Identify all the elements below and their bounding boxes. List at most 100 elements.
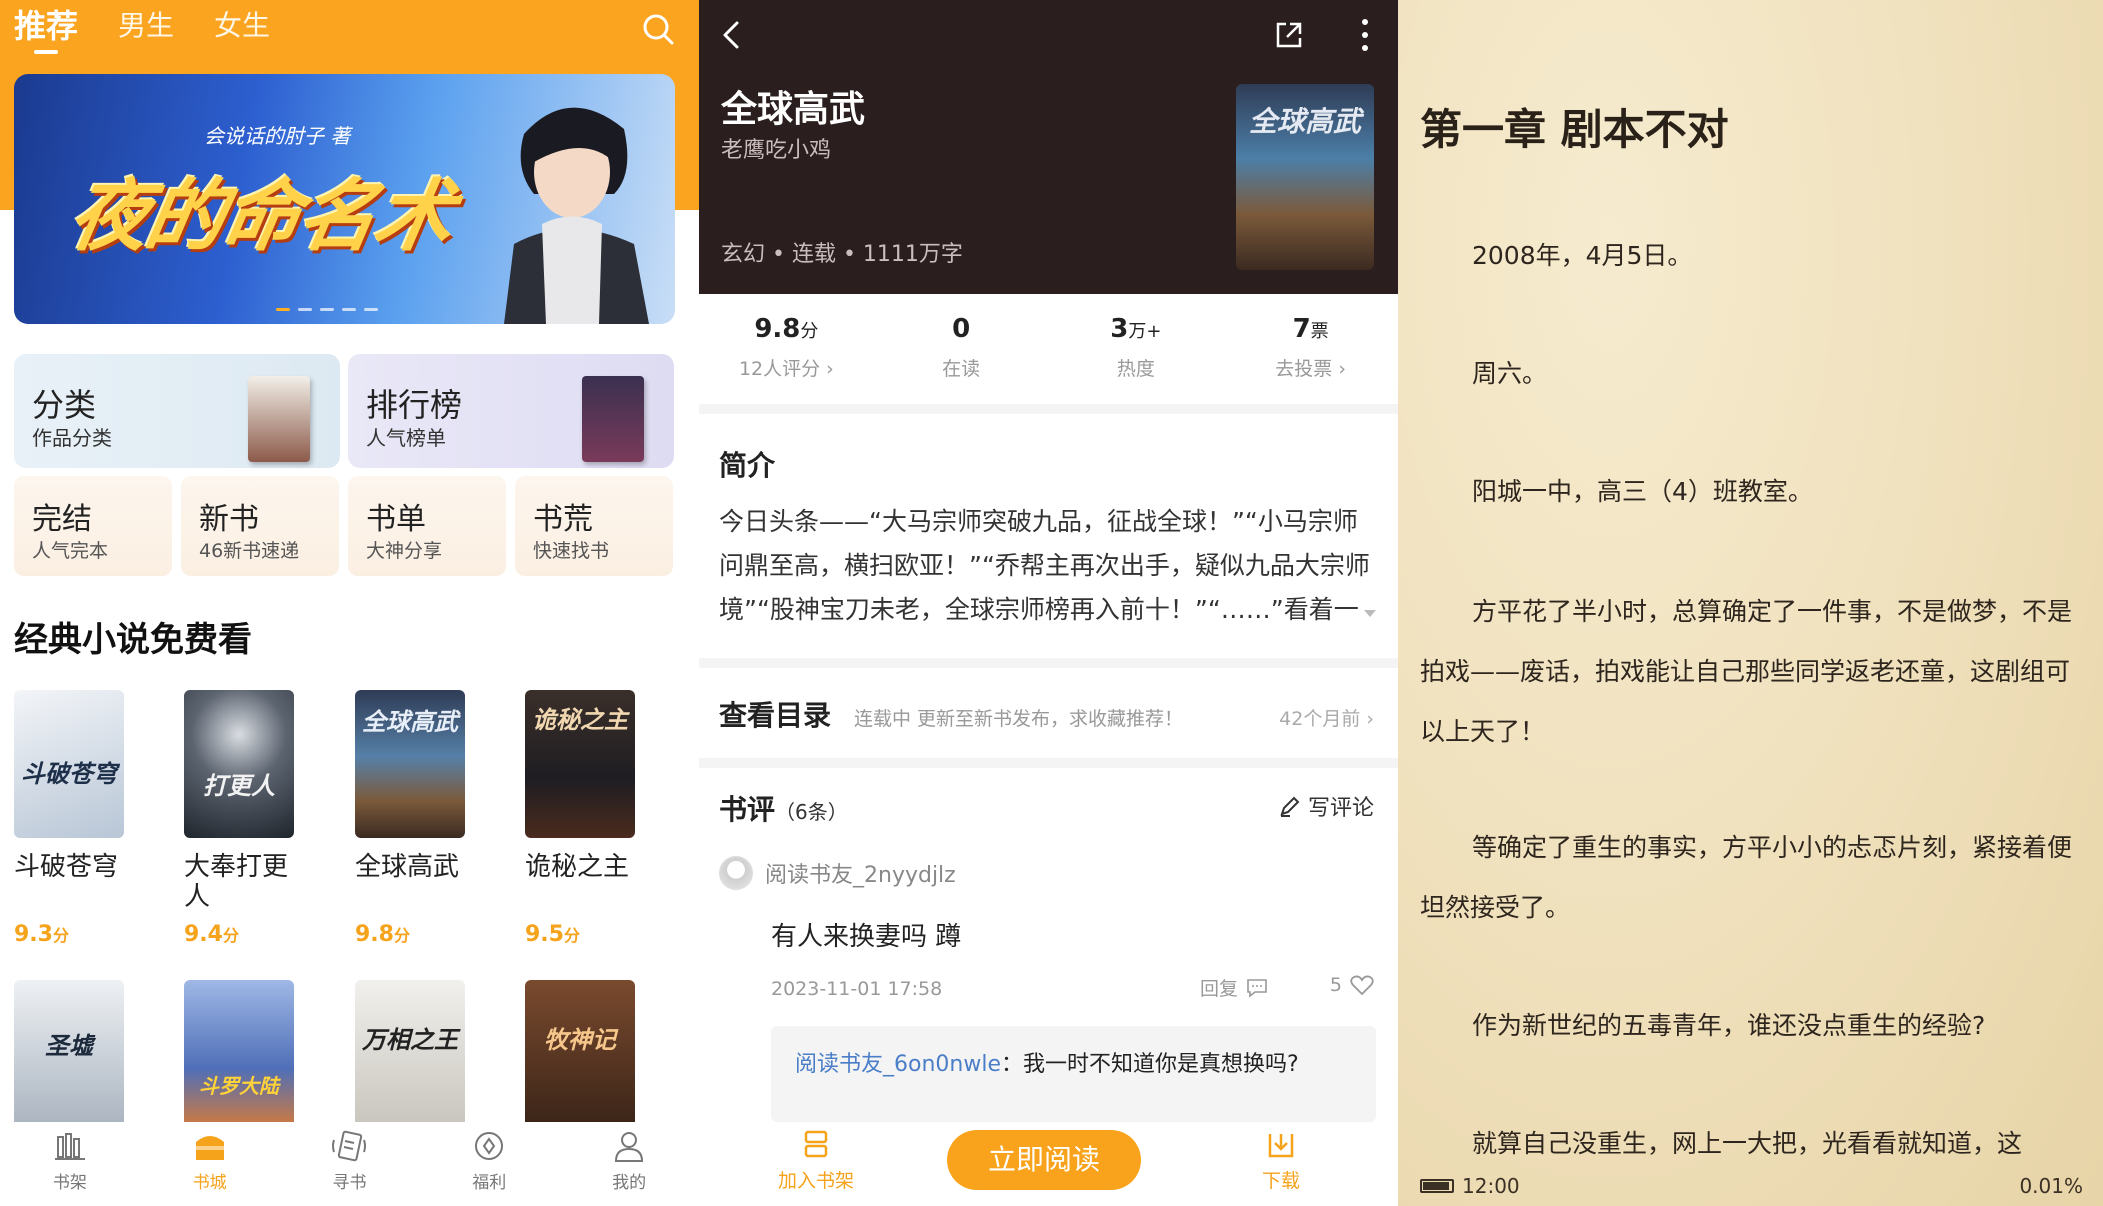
reply-button[interactable]: 回复 xyxy=(1200,974,1268,1001)
book-score: 9.4分 xyxy=(184,922,239,947)
stat-value: 9.8 xyxy=(754,314,801,344)
stat-label: 热度 xyxy=(1116,358,1155,380)
reply-username[interactable]: 阅读书友_6on0nwle xyxy=(795,1052,1001,1077)
stat-label: 去投票 › xyxy=(1275,358,1346,380)
reader-panel[interactable]: 第一章 剧本不对 2008年，4月5日。 周六。 阳城一中，高三（4）班教室。 … xyxy=(1398,0,2103,1206)
book-item[interactable]: 斗罗大陆 xyxy=(184,980,334,1128)
search-icon[interactable] xyxy=(641,12,675,46)
expand-arrow-icon[interactable] xyxy=(1364,610,1376,617)
category-subtitle: 作品分类 xyxy=(32,426,112,450)
write-review-label: 写评论 xyxy=(1307,796,1374,821)
book-title: 斗破苍穹 xyxy=(14,852,119,882)
reviews-heading: 书评（6条） xyxy=(719,793,848,826)
book-meta: 玄幻 • 连载 • 1111万字 xyxy=(721,242,963,267)
intro-text: 今日头条——“大马宗师突破九品，征战全球！”“小马宗师问鼎至高，横扫欧亚！”“乔… xyxy=(719,507,1370,624)
reader-paragraph: 等确定了重生的事实，方平小小的忐忑片刻，紧接着便坦然接受了。 xyxy=(1420,833,2073,922)
nav-find-book[interactable]: 寻书 xyxy=(280,1122,420,1206)
like-button[interactable]: 5 xyxy=(1330,974,1374,996)
ranking-card[interactable]: 排行榜 人气榜单 xyxy=(348,354,674,468)
book-cover: 斗破苍穹 xyxy=(14,690,124,838)
download-button[interactable]: 下载 xyxy=(1246,1128,1316,1193)
more-options-icon[interactable] xyxy=(1360,16,1370,54)
category-card[interactable]: 分类 作品分类 xyxy=(14,354,340,468)
nav-label: 寻书 xyxy=(332,1173,367,1193)
battery-icon xyxy=(1420,1179,1454,1193)
book-cover: 全球高武 xyxy=(1236,84,1374,270)
clock-time: 12:00 xyxy=(1462,1174,1520,1198)
nav-bookstore[interactable]: 书城 xyxy=(140,1122,280,1206)
review-author[interactable]: 阅读书友_2nyydjlz xyxy=(719,856,956,890)
stat-value: 7 xyxy=(1292,314,1311,344)
nav-bookshelf[interactable]: 书架 xyxy=(0,1122,140,1206)
nav-label: 福利 xyxy=(472,1173,507,1193)
reply-preview[interactable]: 阅读书友_6on0nwle：我一时不知道你是真想换吗? xyxy=(771,1026,1376,1122)
stat-label: 在读 xyxy=(942,358,981,380)
profile-icon xyxy=(615,1132,644,1162)
nav-profile[interactable]: 我的 xyxy=(559,1122,699,1206)
book-score: 9.5分 xyxy=(525,922,580,947)
reader-paragraph: 作为新世纪的五毒青年，谁还没点重生的经验? xyxy=(1472,1011,1986,1040)
book-header: 全球高武 老鹰吃小鸡 玄幻 • 连载 • 1111万字 全球高武 xyxy=(699,0,1398,294)
book-stats: 9.8分 12人评分 › 0 在读 3万+ 热度 7票 去投票 › xyxy=(699,294,1398,404)
avatar[interactable] xyxy=(719,856,753,890)
table-of-contents-row[interactable]: 查看目录 连载中 更新至新书发布，求收藏推荐！ 42个月前 › xyxy=(699,668,1398,758)
back-arrow-icon[interactable] xyxy=(717,18,745,52)
vote-stat[interactable]: 7票 去投票 › xyxy=(1223,294,1398,404)
chapter-title: 第一章 剧本不对 xyxy=(1420,105,1729,154)
find-book-icon xyxy=(332,1130,367,1162)
ranking-title: 排行榜 xyxy=(366,386,463,424)
nav-label: 书架 xyxy=(52,1173,87,1193)
book-item[interactable]: 打更人 大奉打更人 9.4分 xyxy=(184,690,334,947)
bookstore-icon xyxy=(195,1136,224,1160)
book-score: 9.8分 xyxy=(355,922,410,947)
share-icon[interactable] xyxy=(1272,18,1306,52)
find-books-shortcut[interactable]: 书荒 快速找书 xyxy=(515,476,673,576)
book-cover-thumbnail xyxy=(248,376,310,462)
book-detail-panel: 全球高武 老鹰吃小鸡 玄幻 • 连载 • 1111万字 全球高武 9.8分 12… xyxy=(699,0,1398,1206)
book-cover: 万相之王 xyxy=(355,980,465,1128)
book-item[interactable]: 万相之王 xyxy=(355,980,505,1128)
book-item[interactable]: 全球高武 全球高武 9.8分 xyxy=(355,690,505,947)
write-review-button[interactable]: 写评论 xyxy=(1278,790,1374,822)
section-title: 经典小说免费看 xyxy=(14,620,252,660)
bottom-navigation: 书架 书城 寻书 福利 我的 xyxy=(0,1122,699,1206)
book-item[interactable]: 圣墟 xyxy=(14,980,164,1128)
book-item[interactable]: 诡秘之主 诡秘之主 9.5分 xyxy=(525,690,675,947)
bookshelf-icon xyxy=(54,1133,85,1160)
completed-shortcut[interactable]: 完结 人气完本 xyxy=(14,476,172,576)
detail-action-bar: 加入书架 立即阅读 下载 xyxy=(699,1122,1398,1206)
booklist-shortcut[interactable]: 书单 大神分享 xyxy=(348,476,506,576)
ranking-subtitle: 人气榜单 xyxy=(366,426,446,450)
book-title: 全球高武 xyxy=(721,89,866,130)
banner-title: 夜的命名术 xyxy=(62,172,459,262)
rating-stat[interactable]: 9.8分 12人评分 › xyxy=(699,294,874,404)
banner-character-illustration xyxy=(504,107,649,324)
book-title: 全球高武 xyxy=(355,852,460,882)
nav-welfare[interactable]: 福利 xyxy=(419,1122,559,1206)
store-panel: 推荐 男生 女生 会说话的肘子 著 夜的命名术 分类 作品分类 排行榜 人气榜单… xyxy=(0,0,699,1206)
reviews-section: 书评（6条） 写评论 阅读书友_2nyydjlz 有人来换妻吗 蹲 2023-1… xyxy=(699,768,1398,1122)
comment-icon xyxy=(1247,978,1267,998)
shortcut-title: 书荒 xyxy=(533,502,593,537)
book-item[interactable]: 牧神记 xyxy=(525,980,675,1128)
tab-male[interactable]: 男生 xyxy=(118,4,174,48)
new-books-shortcut[interactable]: 新书 46新书速递 xyxy=(181,476,339,576)
store-tabs: 推荐 男生 女生 xyxy=(14,4,270,60)
book-item[interactable]: 斗破苍穹 斗破苍穹 9.3分 xyxy=(14,690,164,947)
book-author[interactable]: 老鹰吃小鸡 xyxy=(721,132,831,164)
popularity-stat: 3万+ 热度 xyxy=(1049,294,1224,404)
intro-heading: 简介 xyxy=(719,449,776,482)
book-cover: 牧神记 xyxy=(525,980,635,1128)
reading-progress: 0.01% xyxy=(2019,1174,2083,1198)
add-to-shelf-button[interactable]: 加入书架 xyxy=(761,1128,871,1193)
promo-banner[interactable]: 会说话的肘子 著 夜的命名术 xyxy=(14,74,675,324)
introduction-section[interactable]: 简介 今日头条——“大马宗师突破九品，征战全球！”“小马宗师问鼎至高，横扫欧亚！… xyxy=(699,414,1398,658)
read-now-button[interactable]: 立即阅读 xyxy=(947,1130,1141,1190)
toc-update-time: 42个月前 › xyxy=(1279,708,1374,730)
tab-recommend[interactable]: 推荐 xyxy=(14,4,78,54)
bookshelf-add-icon xyxy=(804,1130,828,1158)
book-title: 诡秘之主 xyxy=(525,852,630,882)
book-cover: 打更人 xyxy=(184,690,294,838)
tab-female[interactable]: 女生 xyxy=(214,4,270,48)
category-title: 分类 xyxy=(32,386,97,424)
